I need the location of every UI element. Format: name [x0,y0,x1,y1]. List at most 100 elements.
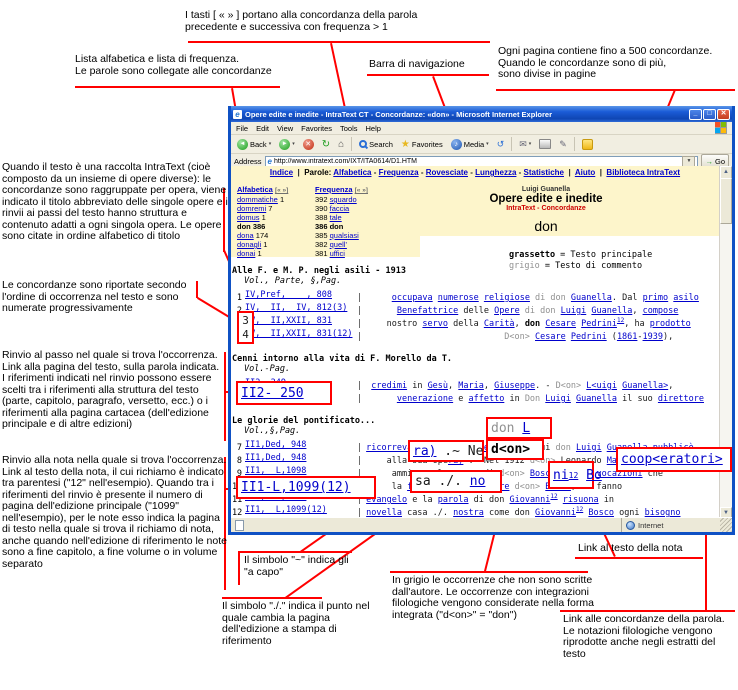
alphabetical-list-link[interactable]: Alfabetica [237,185,273,194]
passage-reference-link[interactable]: II1,Ded, 948 [245,453,353,463]
word-link[interactable]: primo [643,293,669,303]
word-link[interactable]: quell' [330,240,347,249]
word-link[interactable]: Lunghezza [475,168,516,177]
passage-reference-link[interactable]: II1, L,1099(12) [245,505,353,515]
word-link[interactable]: parola [438,495,469,505]
word-link[interactable]: Luigi [545,394,571,404]
edit-button[interactable] [556,138,570,151]
favorites-button[interactable]: Favorites [398,138,446,151]
word-link[interactable]: Indice [270,168,293,177]
word-link[interactable]: Luigi [576,443,602,453]
window-titlebar[interactable]: e Opere edite e inedite - IntraText CT -… [231,106,732,122]
word-link[interactable]: II2- 250 [241,386,304,401]
word-link[interactable]: affetto [469,394,505,404]
word-link[interactable]: domus [237,213,260,222]
menu-favorites[interactable]: Favorites [301,124,332,133]
maximize-button[interactable]: □ [703,109,716,120]
word-link[interactable]: Guanella [591,306,632,316]
word-link[interactable]: ni [553,468,569,483]
word-link[interactable]: Giovanni [509,495,550,505]
search-button[interactable]: Search [356,139,396,150]
word-link[interactable]: Bo [586,468,602,483]
word-link[interactable]: occupava [392,293,433,303]
word-link[interactable]: numerose [438,293,479,303]
word-link[interactable]: no [470,474,486,489]
refresh-button[interactable] [319,138,333,151]
minimize-button[interactable]: _ [689,109,702,120]
word-link[interactable]: Pedrini [571,332,607,342]
word-link[interactable]: venerazione [397,394,453,404]
word-link[interactable]: religiose [484,293,530,303]
stop-button[interactable] [300,138,317,151]
note-number-link[interactable]: 12 [550,493,557,500]
word-link[interactable]: Aiuto [575,168,595,177]
passage-reference-link[interactable]: IV, II,XXII, 831 [245,316,353,326]
print-button[interactable] [536,138,554,150]
word-link[interactable]: Carità [484,319,515,329]
word-link[interactable]: dommatiche [237,195,278,204]
word-link[interactable]: coop<eratori> [621,452,723,467]
word-link[interactable]: Rovesciate [426,168,468,177]
forward-button[interactable]: ▾ [276,138,298,151]
note-number-link[interactable]: 12 [569,471,579,480]
word-link[interactable]: credimi [371,381,407,391]
scrollbar-thumb[interactable] [720,178,732,224]
menu-help[interactable]: Help [366,124,381,133]
passage-reference-link[interactable]: II1, L,1098 [245,466,353,476]
word-link[interactable]: L<uigi [586,381,617,391]
word-link[interactable]: donai [237,249,255,258]
word-link[interactable]: Guanella [571,293,612,303]
word-link[interactable]: Pedrini [581,319,617,329]
home-button[interactable] [335,138,347,151]
word-link[interactable]: Cesare [545,319,576,329]
word-link[interactable]: uffici [330,249,345,258]
word-link[interactable]: Frequenza [379,168,419,177]
word-link[interactable]: L [522,421,530,436]
menu-tools[interactable]: Tools [340,124,358,133]
word-link[interactable]: dona [237,231,254,240]
word-link[interactable]: Guanella [576,394,617,404]
word-link[interactable]: risuona [563,495,599,505]
passage-reference-link[interactable]: IV,Pref, , 808 [245,290,353,300]
word-link[interactable]: prodotto [650,319,691,329]
history-button[interactable] [494,138,508,151]
menu-file[interactable]: File [236,124,248,133]
address-input[interactable]: e http://www.intratext.com/IXT/ITA0614/D… [265,156,699,167]
close-button[interactable]: ✕ [717,109,730,120]
messenger-button[interactable] [579,138,596,151]
media-button[interactable]: Media▾ [448,138,492,151]
word-link[interactable]: qualsiasi [330,231,359,240]
mail-button[interactable]: ▾ [516,138,534,151]
prev-next-word-links[interactable]: [« »] [275,187,288,194]
address-dropdown-icon[interactable]: ▼ [682,156,695,167]
frequency-list-link[interactable]: Frequenza [315,185,353,194]
word-link[interactable]: servo [422,319,448,329]
word-link[interactable]: donagli [237,240,261,249]
word-link[interactable]: faccia [330,204,350,213]
word-link[interactable]: compose [643,306,679,316]
resize-grip[interactable] [720,518,732,532]
word-link[interactable]: 1861 [617,332,637,342]
word-link[interactable]: Biblioteca IntraText [606,168,680,177]
word-link[interactable]: 1939 [643,332,663,342]
word-link[interactable]: Giuseppe [494,381,535,391]
word-link[interactable]: ricorreva [366,443,412,453]
word-link[interactable]: II1-L,1099(12) [241,480,351,495]
word-link[interactable]: Maria [458,381,484,391]
word-link[interactable]: Opere [494,306,520,316]
word-link[interactable]: Guanella> [622,381,668,391]
passage-reference-link[interactable]: IV, II, IV, 812(3) [245,303,353,313]
back-button[interactable]: Back▾ [234,138,274,151]
word-link[interactable]: Statistiche [524,168,564,177]
word-link[interactable]: sguardo [330,195,357,204]
prev-next-freq-links[interactable]: [« »] [355,187,368,194]
word-link[interactable]: Cesare [535,332,566,342]
word-link[interactable]: domremi [237,204,266,213]
menu-edit[interactable]: Edit [256,124,269,133]
menu-view[interactable]: View [277,124,293,133]
word-link[interactable]: Alfabetica [333,168,371,177]
word-link[interactable]: ra) [413,444,436,459]
word-link[interactable]: Gesù [428,381,448,391]
word-link[interactable]: Benefattrice [397,306,458,316]
word-link[interactable]: tale [330,213,342,222]
